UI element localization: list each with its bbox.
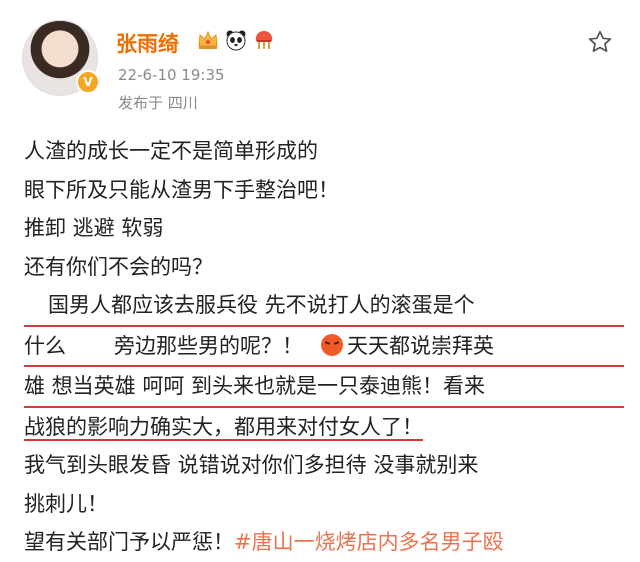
- highlighted-line: 国男人都应该去服兵役 先不说打人的滚蛋是个: [24, 286, 624, 327]
- highlighted-text: 什么: [24, 333, 66, 358]
- user-badges: [196, 28, 276, 52]
- verified-badge-icon: V: [76, 70, 100, 94]
- post-line: 还有你们不会的吗？: [24, 254, 213, 279]
- highlighted-line: 战狼的影响力确实大，都用来对付女人了！: [24, 408, 624, 447]
- highlighted-text: 旁边那些男的呢？！: [114, 333, 303, 358]
- highlighted-text: 国男人都应该去服兵役 先不说打人的滚蛋是个: [48, 293, 475, 317]
- post-timestamp: 22-6-10 19:35: [118, 66, 225, 84]
- post-line: 我气到头眼发昏 说错说对你们多担待 没事就别来: [24, 453, 479, 477]
- highlighted-text: 天天都说崇拜英: [347, 333, 494, 358]
- highlighted-line: 什么 旁边那些男的呢？！ 天天都说崇拜英: [24, 327, 624, 367]
- crown-icon[interactable]: [196, 28, 220, 52]
- post-line: 人渣的成长一定不是简单形成的: [24, 139, 318, 163]
- star-icon[interactable]: [587, 29, 613, 55]
- highlighted-line: 雄 想当英雄 呵呵 到头来也就是一只泰迪熊！看来: [24, 367, 624, 408]
- highlighted-text: 战狼的影响力确实大，都用来对付女人了！: [24, 414, 423, 441]
- post-line: 挑刺儿！: [24, 491, 108, 516]
- panda-icon[interactable]: [224, 28, 248, 52]
- post-body: 人渣的成长一定不是简单形成的 眼下所及只能从渣男下手整治吧！ 推卸 逃避 软弱 …: [24, 132, 624, 562]
- username[interactable]: 张雨绮: [116, 28, 179, 58]
- ornament-icon[interactable]: [252, 28, 276, 52]
- post-line: 眼下所及只能从渣男下手整治吧！: [24, 177, 339, 202]
- angry-emoji-icon: [321, 333, 343, 356]
- hashtag-link[interactable]: #唐山一烧烤店内多名男子殴: [234, 530, 504, 554]
- highlighted-text: 雄 想当英雄 呵呵 到头来也就是一只泰迪熊！看来: [24, 374, 486, 398]
- post-line: 推卸 逃避 软弱: [24, 216, 164, 240]
- post-text: 望有关部门予以严惩！: [24, 530, 234, 554]
- post-line: 望有关部门予以严惩！#唐山一烧烤店内多名男子殴: [24, 523, 624, 562]
- post-location: 发布于 四川: [118, 94, 198, 112]
